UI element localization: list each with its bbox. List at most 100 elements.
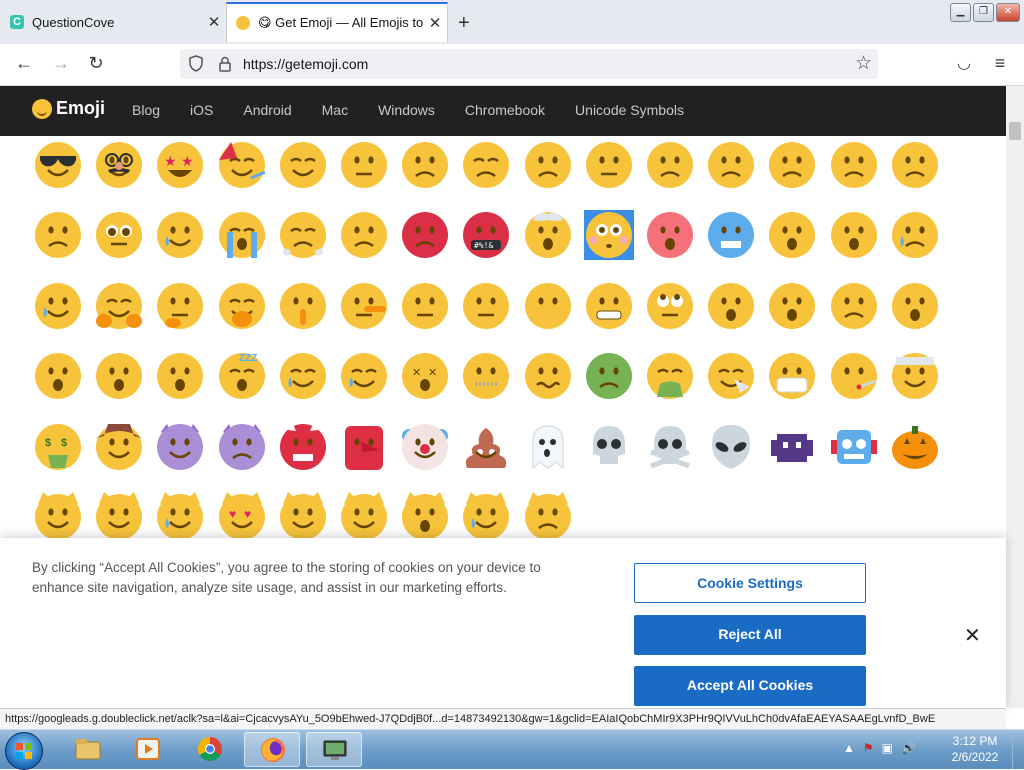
alien-emoji[interactable]: [706, 422, 756, 472]
star-struck-emoji[interactable]: ★ ★: [155, 140, 205, 190]
show-desktop-button[interactable]: [1012, 730, 1024, 769]
disguised-face-emoji[interactable]: [94, 140, 144, 190]
address-bar[interactable]: https://getemoji.com ☆: [180, 49, 878, 79]
face-with-steam-emoji[interactable]: [278, 210, 328, 260]
nav-link-blog[interactable]: Blog: [132, 102, 160, 118]
accept-all-cookies-button[interactable]: Accept All Cookies: [634, 666, 866, 706]
neutral-face-emoji[interactable]: [400, 281, 450, 331]
minimize-button[interactable]: ▁: [950, 3, 971, 22]
nav-link-android[interactable]: Android: [243, 102, 291, 118]
menu-hamburger-icon[interactable]: ≡: [989, 53, 1011, 74]
tab-close-icon[interactable]: ✕: [202, 13, 226, 31]
cold-face-emoji[interactable]: [706, 210, 756, 260]
tired-face-emoji[interactable]: [890, 140, 940, 190]
taskbar-firefox[interactable]: [244, 732, 300, 767]
worried-face-emoji[interactable]: [523, 140, 573, 190]
expressionless-face-emoji[interactable]: [461, 281, 511, 331]
pouting-face-emoji[interactable]: [400, 210, 450, 260]
heart-eyes-cat-emoji[interactable]: ♥ ♥: [217, 492, 267, 542]
face-with-symbols-emoji[interactable]: #%!&: [461, 210, 511, 260]
shushing-face-emoji[interactable]: [278, 281, 328, 331]
ogre-emoji[interactable]: [278, 421, 328, 472]
taskbar-media-player[interactable]: [120, 732, 176, 767]
back-arrow-icon[interactable]: ←: [13, 53, 35, 74]
skull-crossbones-emoji[interactable]: [645, 422, 695, 472]
alien-monster-emoji[interactable]: [767, 422, 817, 472]
wry-smile-cat-emoji[interactable]: [278, 492, 328, 542]
persevering-face-emoji[interactable]: [767, 140, 817, 190]
vomiting-face-emoji[interactable]: [645, 351, 695, 401]
sleeping-face-emoji[interactable]: ZZZ: [217, 351, 267, 401]
angry-devil-emoji[interactable]: [217, 422, 267, 472]
anxious-face-emoji[interactable]: [829, 210, 879, 260]
weary-cat-emoji[interactable]: [400, 492, 450, 542]
angry-face-emoji[interactable]: [339, 210, 389, 260]
system-clock[interactable]: 3:12 PM 2/6/2022: [948, 733, 1002, 765]
grinning-cat-emoji[interactable]: [33, 492, 83, 542]
thermometer-face-emoji[interactable]: [829, 351, 879, 401]
reload-icon[interactable]: ↻: [85, 53, 107, 74]
reject-all-button[interactable]: Reject All: [634, 615, 866, 655]
dizzy-face-emoji[interactable]: ✕ ✕: [400, 351, 450, 401]
flushed-face-emoji[interactable]: [583, 210, 634, 261]
confounded-face-emoji[interactable]: [829, 140, 879, 190]
close-icon[interactable]: ✕: [964, 623, 981, 648]
action-center-icon[interactable]: ⚑: [863, 741, 874, 755]
nav-link-mac[interactable]: Mac: [322, 102, 348, 118]
confused-face-emoji[interactable]: [584, 140, 634, 190]
hot-face-emoji[interactable]: [645, 210, 695, 260]
downcast-sweat-face-emoji[interactable]: [33, 281, 83, 331]
cat-tears-of-joy-emoji[interactable]: [155, 492, 205, 542]
grimacing-face-emoji[interactable]: [584, 281, 634, 331]
restore-button[interactable]: ❐: [973, 3, 994, 22]
zipper-mouth-face-emoji[interactable]: [461, 351, 511, 401]
sleepy-face-emoji[interactable]: [339, 351, 389, 401]
crying-face-emoji[interactable]: [155, 210, 205, 260]
pocket-icon[interactable]: ◡: [953, 53, 975, 73]
hugging-face-emoji[interactable]: [94, 281, 144, 331]
skull-emoji[interactable]: [584, 422, 634, 472]
thinking-face-emoji[interactable]: [155, 281, 205, 331]
drooling-face-emoji[interactable]: [278, 351, 328, 401]
frowning-open-mouth-emoji[interactable]: [767, 281, 817, 331]
kissing-cat-emoji[interactable]: [339, 492, 389, 542]
lying-face-emoji[interactable]: [339, 281, 389, 331]
site-logo[interactable]: Emoji: [32, 98, 105, 119]
pouting-cat-emoji[interactable]: [523, 492, 573, 542]
forward-arrow-icon[interactable]: →: [50, 53, 72, 74]
rolling-eyes-face-emoji[interactable]: [645, 281, 695, 331]
bandage-face-emoji[interactable]: [890, 351, 940, 401]
sad-sweat-face-emoji[interactable]: [890, 210, 940, 260]
mask-face-emoji[interactable]: [767, 351, 817, 401]
pensive-face-emoji[interactable]: [461, 140, 511, 190]
face-hand-over-mouth-emoji[interactable]: [217, 281, 267, 331]
money-mouth-face-emoji[interactable]: $ $: [33, 422, 83, 472]
screaming-face-emoji[interactable]: [767, 210, 817, 260]
pile-of-poo-emoji[interactable]: [461, 422, 511, 472]
network-icon[interactable]: ▣: [882, 741, 893, 755]
nauseated-face-emoji[interactable]: [584, 351, 634, 401]
clown-face-emoji[interactable]: [400, 422, 450, 472]
frowning-face-emoji[interactable]: [706, 140, 756, 190]
cowboy-face-emoji[interactable]: [94, 422, 144, 472]
volume-icon[interactable]: 🔊: [901, 741, 916, 755]
loudly-crying-face-emoji[interactable]: [217, 210, 267, 260]
scrollbar-thumb[interactable]: [1009, 122, 1021, 140]
unamused-face-emoji[interactable]: [339, 140, 389, 190]
tab-get-emoji[interactable]: 😋 Get Emoji — All Emojis to ✂️ ✕: [226, 2, 448, 42]
start-button[interactable]: [5, 732, 43, 770]
slightly-frowning-face-emoji[interactable]: [645, 140, 695, 190]
taskbar-network-app[interactable]: [306, 732, 362, 767]
show-hidden-icons-icon[interactable]: ▲: [843, 741, 855, 755]
jack-o-lantern-emoji[interactable]: [890, 422, 940, 472]
anguished-face-emoji[interactable]: [829, 281, 879, 331]
yawning-face-emoji[interactable]: [155, 351, 205, 401]
weary-face-emoji[interactable]: [33, 210, 83, 260]
ghost-emoji[interactable]: [523, 422, 573, 472]
shield-icon[interactable]: [189, 55, 203, 72]
partying-face-emoji[interactable]: [217, 140, 267, 190]
sunglasses-face-emoji[interactable]: [33, 140, 83, 190]
astonished-face-emoji[interactable]: [94, 351, 144, 401]
woozy-face-emoji[interactable]: [523, 351, 573, 401]
smiling-devil-emoji[interactable]: [155, 422, 205, 472]
